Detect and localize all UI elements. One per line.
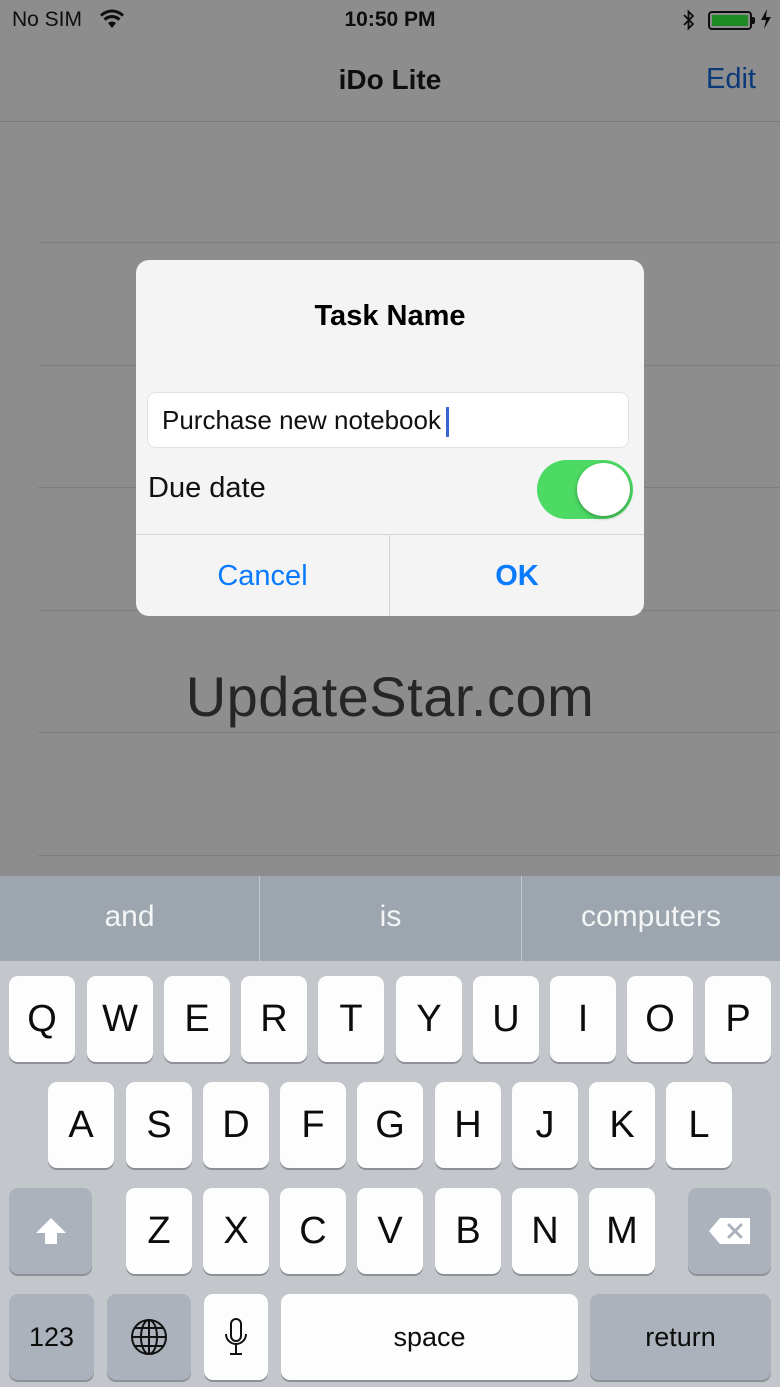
key-z[interactable]: Z (126, 1188, 192, 1274)
key-e[interactable]: E (164, 976, 230, 1062)
task-name-input[interactable]: Purchase new notebook (147, 392, 629, 448)
key-t[interactable]: T (318, 976, 384, 1062)
toggle-knob (577, 463, 630, 516)
suggestion-and[interactable]: and (0, 876, 259, 961)
key-i[interactable]: I (550, 976, 616, 1062)
task-name-dialog: Task Name Purchase new notebook Due date… (136, 260, 644, 616)
edit-button[interactable]: Edit (706, 63, 756, 96)
charging-icon (760, 8, 772, 35)
key-n[interactable]: N (512, 1188, 578, 1274)
status-bar: No SIM 10:50 PM (0, 0, 780, 40)
key-k[interactable]: K (589, 1082, 655, 1168)
shift-arrow-icon (35, 1218, 66, 1244)
suggestion-computers[interactable]: computers (522, 876, 780, 961)
navigation-bar: iDo Lite Edit (0, 40, 780, 122)
globe-icon (131, 1319, 167, 1355)
predictive-bar: and is computers (0, 876, 780, 961)
shift-key[interactable] (9, 1188, 92, 1274)
cancel-button[interactable]: Cancel (136, 535, 390, 616)
numbers-key[interactable]: 123 (9, 1294, 94, 1380)
page-title: iDo Lite (338, 64, 442, 95)
space-key[interactable]: space (281, 1294, 578, 1380)
dictation-key[interactable] (204, 1294, 268, 1380)
due-date-toggle[interactable] (537, 460, 633, 519)
list-row-separator (38, 732, 780, 733)
key-p[interactable]: P (705, 976, 771, 1062)
key-g[interactable]: G (357, 1082, 423, 1168)
due-date-label: Due date (148, 472, 266, 504)
list-row-separator (38, 242, 780, 243)
keyboard: Q W E R T Y U I O P A S D F G H J K L Z … (0, 961, 780, 1387)
battery-icon (708, 11, 752, 30)
return-key[interactable]: return (590, 1294, 771, 1380)
key-w[interactable]: W (87, 976, 153, 1062)
bluetooth-icon (681, 8, 697, 37)
key-q[interactable]: Q (9, 976, 75, 1062)
key-r[interactable]: R (241, 976, 307, 1062)
key-v[interactable]: V (357, 1188, 423, 1274)
key-m[interactable]: M (589, 1188, 655, 1274)
suggestion-is[interactable]: is (260, 876, 521, 961)
ok-button[interactable]: OK (390, 535, 644, 616)
clock-label: 10:50 PM (344, 8, 436, 31)
watermark-text: UpdateStar.com (185, 665, 595, 728)
dialog-title: Task Name (314, 300, 466, 332)
globe-key[interactable] (107, 1294, 191, 1380)
battery-nub (752, 17, 755, 24)
key-s[interactable]: S (126, 1082, 192, 1168)
task-name-value: Purchase new notebook (162, 405, 449, 438)
key-h[interactable]: H (435, 1082, 501, 1168)
text-cursor (445, 407, 449, 438)
delete-key[interactable] (688, 1188, 771, 1274)
key-b[interactable]: B (435, 1188, 501, 1274)
microphone-icon (225, 1318, 247, 1355)
key-j[interactable]: J (512, 1082, 578, 1168)
list-row-separator (38, 855, 780, 856)
key-o[interactable]: O (627, 976, 693, 1062)
key-a[interactable]: A (48, 1082, 114, 1168)
key-c[interactable]: C (280, 1188, 346, 1274)
key-d[interactable]: D (203, 1082, 269, 1168)
key-f[interactable]: F (280, 1082, 346, 1168)
backspace-icon (708, 1218, 750, 1244)
key-y[interactable]: Y (396, 976, 462, 1062)
dialog-button-row: Cancel OK (136, 534, 644, 616)
key-u[interactable]: U (473, 976, 539, 1062)
key-l[interactable]: L (666, 1082, 732, 1168)
key-x[interactable]: X (203, 1188, 269, 1274)
